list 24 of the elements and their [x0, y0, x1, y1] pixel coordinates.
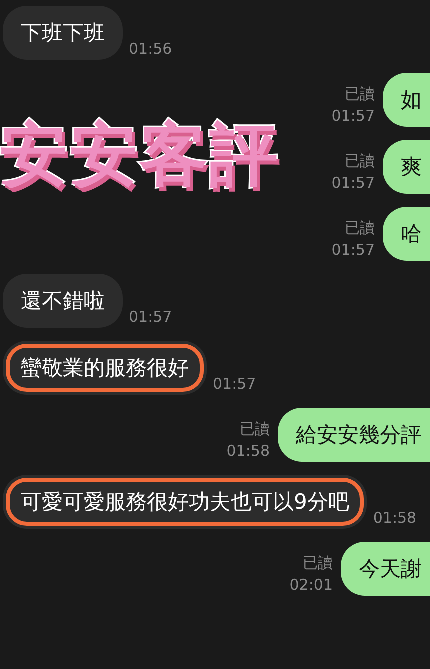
message-time: 01:57 [332, 174, 375, 194]
read-receipt: 已讀 [240, 420, 270, 440]
message-time: 01:57 [332, 241, 375, 261]
message-bubble: 蠻敬業的服務很好 [3, 341, 207, 395]
message-bubble: 今天謝 [341, 542, 430, 596]
message-bubble: 可愛可愛服務很好功夫也可以9分吧 [3, 475, 368, 529]
read-receipt: 已讀 [345, 219, 375, 239]
message-time: 02:01 [290, 576, 333, 596]
message-bubble: 哈 [383, 207, 430, 261]
message-time: 01:57 [332, 107, 375, 127]
read-receipt: 已讀 [345, 152, 375, 172]
message-bubble: 下班下班 [3, 6, 123, 60]
message-time: 01:56 [129, 40, 172, 60]
message-bubble: 還不錯啦 [3, 274, 123, 328]
message-bubble: 如 [383, 73, 430, 127]
overlay-title: 安安客評 [0, 115, 280, 197]
read-receipt: 已讀 [303, 554, 333, 574]
message-bubble: 給安安幾分評 [278, 408, 430, 462]
message-bubble: 爽 [383, 140, 430, 194]
read-receipt: 已讀 [345, 85, 375, 105]
message-time: 01:58 [373, 509, 417, 529]
message-time: 01:57 [213, 375, 256, 395]
message-time: 01:57 [129, 308, 172, 328]
message-time: 01:58 [226, 442, 270, 462]
